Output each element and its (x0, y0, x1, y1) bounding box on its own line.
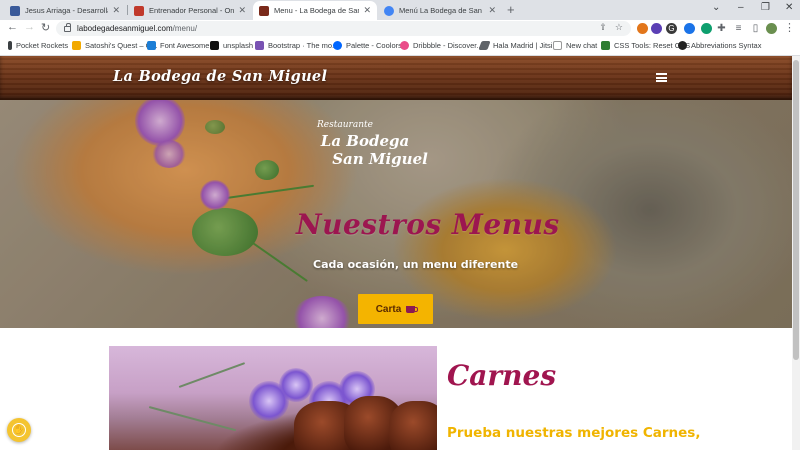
bookmark-icon (147, 41, 156, 50)
bookmark-icon (601, 41, 610, 50)
carta-button[interactable]: Carta (358, 294, 433, 324)
puzzle-icon[interactable]: ✚ (716, 23, 727, 34)
sidepanel-icon[interactable]: ▯ (750, 23, 761, 34)
bookmark-icon (400, 41, 409, 50)
bookmark-icon (678, 41, 687, 50)
tab-strip: Jesus Arriaga - Desarrollador Fro ✕ Entr… (0, 0, 800, 20)
extension-circle-icon[interactable] (651, 23, 662, 34)
reload-button[interactable]: ↻ (41, 21, 50, 34)
coffee-cup-icon (406, 305, 419, 313)
bookmark-label: Font Awesome (160, 41, 210, 50)
profile-avatar[interactable] (766, 23, 777, 34)
new-tab-button[interactable]: + (507, 2, 515, 17)
site-header: La Bodega de San Miguel (0, 56, 792, 100)
close-icon[interactable]: ✕ (488, 5, 496, 16)
tab-favicon (384, 5, 394, 16)
carta-button-label: Carta (375, 303, 402, 315)
carnes-image (109, 346, 437, 450)
bookmark-icon (333, 41, 342, 50)
tab-favicon (134, 5, 144, 16)
close-icon[interactable]: ✕ (112, 5, 120, 16)
bookmark-unsplash[interactable]: unsplash (210, 41, 253, 50)
tab-favicon (259, 5, 269, 16)
tab-title: Jesus Arriaga - Desarrollador Fro (25, 6, 108, 15)
browser-toolbar: ← → ↻ labodegadesanmiguel.com /menu/ ⇪ ☆… (0, 20, 800, 38)
bookmark-bootstrap[interactable]: Bootstrap · The mo... (255, 41, 338, 50)
hero-title: Nuestros Menus (296, 208, 560, 241)
tab-favicon (10, 5, 20, 16)
maximize-button[interactable]: ❐ (761, 2, 770, 13)
bookmark-satoshis-quest[interactable]: Satoshi's Quest – C... (72, 41, 157, 50)
hero-banner: Restaurante La Bodega San Miguel Nuestro… (0, 100, 792, 328)
bookmark-pocket-rockets[interactable]: Pocket Rockets (8, 41, 68, 50)
back-button[interactable]: ← (7, 21, 18, 33)
bookmark-label: New chat (566, 41, 598, 50)
tab-title: Menú La Bodega de San Miguel (399, 6, 484, 15)
accessibility-widget-button[interactable]: ✋ (7, 418, 31, 442)
bookmark-icon (8, 41, 12, 50)
extension-blue-icon[interactable] (684, 23, 695, 34)
bookmark-icon (210, 41, 219, 50)
metamask-icon[interactable] (637, 23, 648, 34)
page-scrollbar[interactable] (792, 56, 800, 450)
minimize-button[interactable]: – (738, 2, 744, 13)
bookmark-icon (478, 41, 491, 50)
emblem-small-text: Restaurante (317, 120, 373, 130)
bookmark-icon (553, 41, 562, 50)
bookmark-new-chat[interactable]: New chat (553, 41, 597, 50)
bookmark-abbreviations[interactable]: Abbreviations Syntax (678, 41, 761, 50)
scrollbar-thumb[interactable] (793, 60, 799, 360)
extension-teal-icon[interactable] (701, 23, 712, 34)
tab-title: Menu - La Bodega de San Miguel (274, 6, 359, 15)
emblem-line1: La Bodega (320, 132, 410, 150)
close-icon[interactable]: ✕ (363, 5, 371, 16)
section-subtitle: Prueba nuestras mejores Carnes, (447, 425, 701, 441)
accessibility-icon: ✋ (12, 423, 26, 437)
forward-button[interactable]: → (24, 21, 35, 33)
bookmarks-bar: Pocket Rockets Satoshi's Quest – C... Fo… (0, 38, 800, 56)
hero-subtitle: Cada ocasión, un menu diferente (313, 258, 519, 271)
section-title: Carnes (447, 359, 557, 392)
url-host: labodegadesanmiguel.com (77, 24, 173, 33)
address-bar[interactable]: labodegadesanmiguel.com /menu/ ⇪ ☆ (56, 21, 631, 36)
tab-title: Entrenador Personal - Online - Fi (149, 6, 235, 15)
menu-section-carnes: Carnes Prueba nuestras mejores Carnes, (0, 328, 792, 450)
bookmark-coolors[interactable]: Palette - Coolors (333, 41, 402, 50)
extension-g-icon[interactable]: G (666, 23, 677, 34)
site-logo[interactable]: La Bodega de San Miguel (113, 68, 327, 85)
tab-entrenador-personal[interactable]: Entrenador Personal - Online - Fi ✕ (128, 1, 252, 20)
bookmark-label: Palette - Coolors (346, 41, 402, 50)
bookmark-hala-madrid[interactable]: Hala Madrid | Jitsi... (478, 41, 559, 50)
bookmark-label: unsplash (223, 41, 254, 50)
bookmark-label: Abbreviations Syntax (691, 41, 762, 50)
window-close-button[interactable]: ✕ (785, 2, 793, 13)
web-page: La Bodega de San Miguel Restaurante La B… (0, 56, 800, 450)
bookmark-icon (255, 41, 264, 50)
hamburger-menu-icon[interactable] (656, 73, 667, 82)
url-path: /menu/ (172, 24, 198, 33)
emblem-line2: San Miguel (332, 150, 428, 168)
bookmark-css-tools[interactable]: CSS Tools: Reset CSS (601, 41, 690, 50)
bookmark-label: Pocket Rockets (16, 41, 69, 50)
restaurant-emblem: Restaurante La Bodega San Miguel (300, 120, 430, 190)
tab-menu-bodega-2[interactable]: Menú La Bodega de San Miguel ✕ (378, 1, 502, 20)
menu-dots-icon[interactable]: ⋮ (784, 23, 795, 34)
close-icon[interactable]: ✕ (238, 5, 246, 16)
tab-search-icon[interactable]: ⌄ (712, 2, 720, 13)
tab-menu-bodega[interactable]: Menu - La Bodega de San Miguel ✕ (253, 1, 377, 20)
bookmark-label: Dribbble - Discover... (413, 41, 483, 50)
bookmark-dribbble[interactable]: Dribbble - Discover... (400, 41, 483, 50)
lock-icon[interactable] (64, 22, 71, 32)
bookmark-label: Hala Madrid | Jitsi... (493, 41, 559, 50)
bookmark-star-icon[interactable]: ☆ (615, 22, 623, 33)
bookmark-label: Bootstrap · The mo... (268, 41, 339, 50)
share-icon[interactable]: ⇪ (599, 22, 607, 33)
tab-jesus-arriaga[interactable]: Jesus Arriaga - Desarrollador Fro ✕ (4, 1, 126, 20)
bookmark-icon (72, 41, 81, 50)
reading-list-icon[interactable]: ≡ (733, 23, 744, 34)
bookmark-font-awesome[interactable]: Font Awesome (147, 41, 209, 50)
